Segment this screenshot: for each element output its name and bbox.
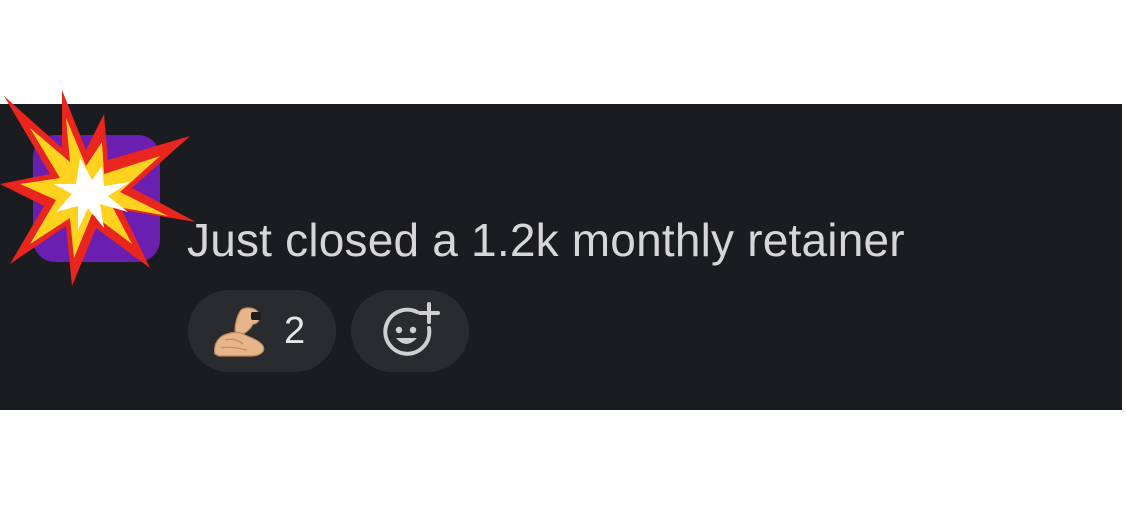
- screenshot-canvas: Just closed a 1.2k monthly retainer 2: [0, 0, 1126, 512]
- flexed-biceps-icon: [214, 307, 265, 357]
- message-text: Just closed a 1.2k monthly retainer: [187, 214, 905, 266]
- reaction-count: 2: [284, 310, 306, 352]
- collision-icon: [0, 90, 196, 286]
- add-reaction-icon: [383, 302, 440, 356]
- reaction-flexed-biceps[interactable]: 2: [188, 290, 336, 372]
- add-reaction-button[interactable]: [351, 290, 469, 372]
